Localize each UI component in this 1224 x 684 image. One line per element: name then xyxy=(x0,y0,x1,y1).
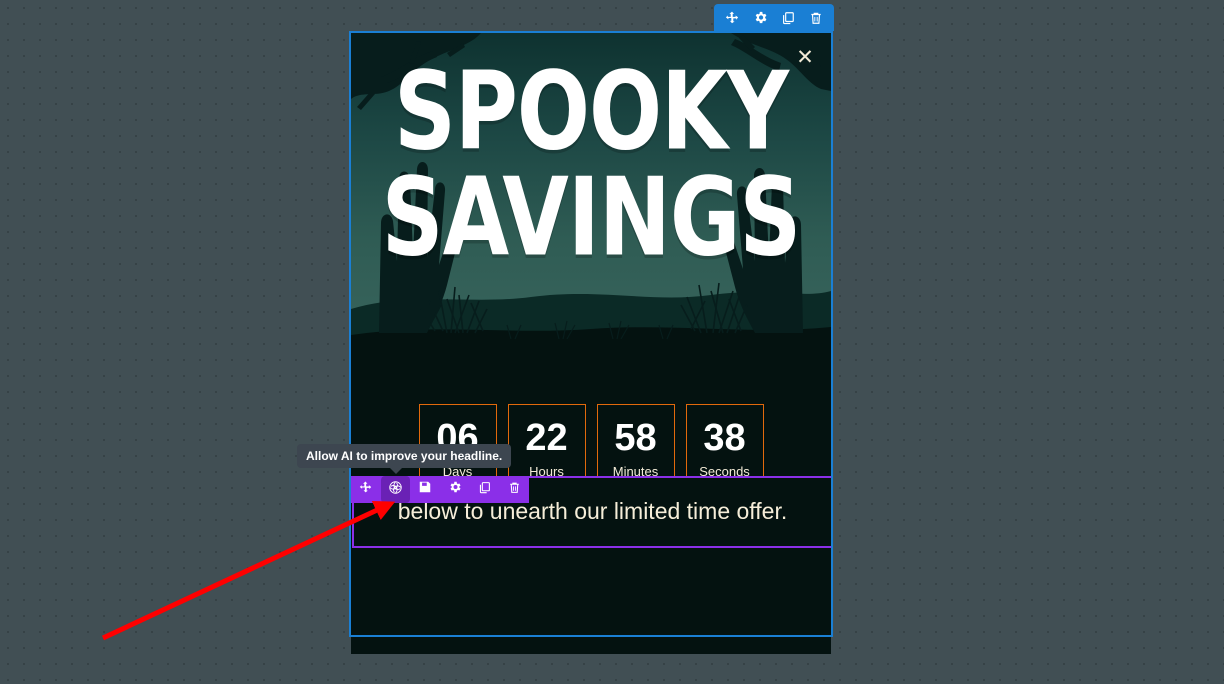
popup-move-button[interactable] xyxy=(720,7,744,29)
gear-icon xyxy=(448,480,462,499)
save-icon xyxy=(418,480,432,499)
popup-settings-button[interactable] xyxy=(748,7,772,29)
element-delete-button[interactable] xyxy=(499,476,529,503)
element-move-button[interactable] xyxy=(351,476,381,503)
ai-tooltip: Allow AI to improve your headline. xyxy=(297,444,512,474)
element-save-button[interactable] xyxy=(410,476,440,503)
element-duplicate-button[interactable] xyxy=(470,476,500,503)
move-icon xyxy=(725,11,739,25)
popup-toolbar xyxy=(714,4,834,31)
modal-shadow xyxy=(351,637,831,654)
popup-modal: SPOOKY SAVINGS ✕ 06 Days 22 Hours 58 Min… xyxy=(349,31,833,637)
popup-duplicate-button[interactable] xyxy=(776,7,800,29)
element-toolbar xyxy=(351,476,529,503)
trash-icon xyxy=(809,11,823,25)
trash-icon xyxy=(508,481,521,499)
copy-icon xyxy=(781,11,795,25)
move-icon xyxy=(359,481,372,499)
element-settings-button[interactable] xyxy=(440,476,470,503)
copy-icon xyxy=(478,481,491,499)
countdown-value: 22 xyxy=(525,416,568,459)
popup-modal-inner: SPOOKY SAVINGS ✕ 06 Days 22 Hours 58 Min… xyxy=(351,33,831,635)
countdown-value: 38 xyxy=(703,416,746,459)
hero-scene-svg xyxy=(351,33,831,366)
countdown-value: 58 xyxy=(614,416,657,459)
ai-icon xyxy=(388,480,403,500)
element-ai-button[interactable] xyxy=(380,476,411,503)
popup-delete-button[interactable] xyxy=(804,7,828,29)
close-icon[interactable]: ✕ xyxy=(791,43,819,71)
hero-artwork: SPOOKY SAVINGS ✕ xyxy=(351,33,831,366)
countdown-timer: 06 Days 22 Hours 58 Minutes 38 Seconds xyxy=(351,366,831,493)
gear-icon xyxy=(753,10,768,25)
